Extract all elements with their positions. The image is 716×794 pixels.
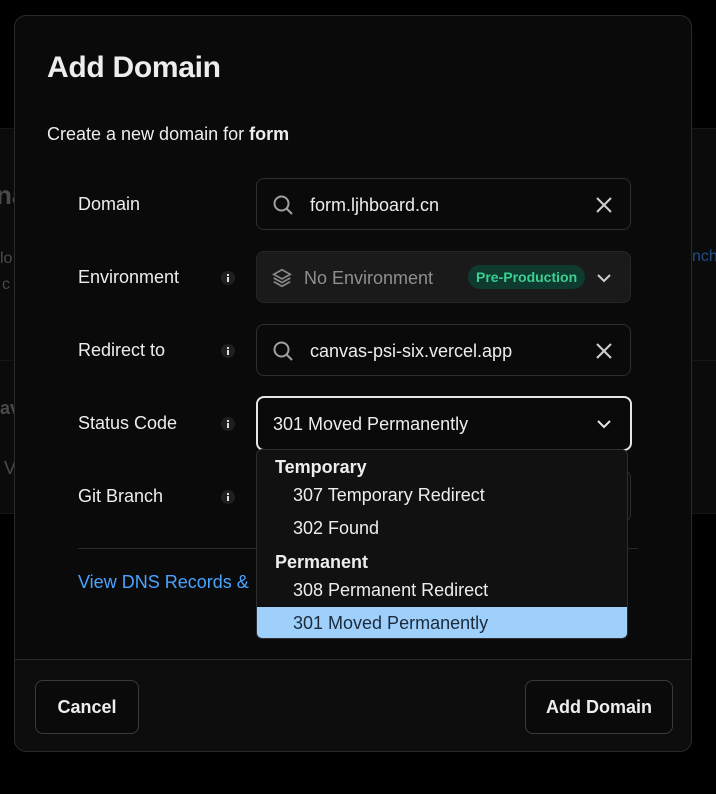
- status-code-listbox: Temporary 307 Temporary Redirect 302 Fou…: [256, 449, 628, 639]
- background-text: c: [2, 276, 10, 293]
- status-code-value: 301 Moved Permanently: [273, 414, 469, 434]
- option-308[interactable]: 308 Permanent Redirect: [257, 574, 627, 606]
- search-icon: [273, 195, 293, 215]
- environment-select[interactable]: No Environment Pre-Production: [256, 251, 631, 303]
- info-icon[interactable]: [221, 417, 235, 431]
- option-301[interactable]: 301 Moved Permanently: [257, 607, 627, 638]
- domain-input[interactable]: form.ljhboard.cn: [256, 178, 631, 230]
- background-link: nch: [692, 248, 716, 265]
- git-branch-label: Git Branch: [78, 486, 164, 506]
- clear-icon[interactable]: [594, 341, 614, 361]
- environment-badge: Pre-Production: [468, 265, 586, 289]
- redirect-label: Redirect to: [78, 340, 166, 360]
- redirect-input[interactable]: canvas-psi-six.vercel.app: [256, 324, 631, 376]
- clear-icon[interactable]: [594, 195, 614, 215]
- info-icon[interactable]: [221, 271, 235, 285]
- domain-label: Domain: [78, 194, 141, 214]
- status-code-label: Status Code: [78, 413, 178, 433]
- dialog-footer: Cancel Add Domain: [15, 659, 691, 751]
- background-text: lo: [0, 250, 13, 267]
- redirect-value[interactable]: canvas-psi-six.vercel.app: [310, 341, 512, 362]
- add-domain-dialog: Add Domain Create a new domain for form …: [14, 15, 692, 752]
- dialog-subtitle: Create a new domain for form: [47, 124, 289, 145]
- dialog-title: Add Domain: [47, 51, 221, 84]
- chevron-down-icon[interactable]: [594, 268, 614, 288]
- info-icon[interactable]: [221, 490, 235, 504]
- add-domain-button[interactable]: Add Domain: [525, 680, 673, 734]
- info-icon[interactable]: [221, 344, 235, 358]
- subtitle-text: Create a new domain for: [47, 124, 245, 144]
- environment-label: Environment: [78, 267, 180, 287]
- domain-value[interactable]: form.ljhboard.cn: [310, 195, 439, 216]
- cancel-button[interactable]: Cancel: [35, 680, 139, 734]
- group-label-temporary: Temporary: [275, 457, 367, 477]
- search-icon: [273, 341, 293, 361]
- project-name: form: [249, 124, 290, 144]
- group-label-permanent: Permanent: [275, 552, 369, 572]
- option-302[interactable]: 302 Found: [257, 512, 627, 544]
- status-code-select[interactable]: 301 Moved Permanently: [256, 396, 632, 451]
- chevron-down-icon[interactable]: [594, 414, 614, 434]
- option-307[interactable]: 307 Temporary Redirect: [257, 479, 627, 511]
- view-dns-records-link[interactable]: View DNS Records &: [78, 572, 249, 593]
- environment-value: No Environment: [304, 268, 434, 288]
- layers-icon: [272, 268, 292, 288]
